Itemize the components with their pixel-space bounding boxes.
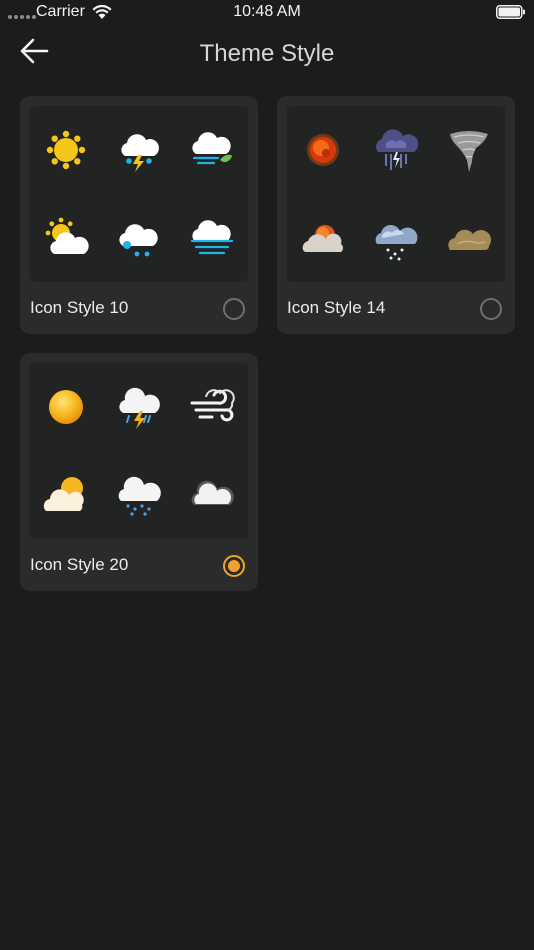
cloud-icon: [191, 480, 234, 505]
icon-preview-grid: [30, 106, 248, 282]
snow-cloud-icon: [119, 224, 158, 257]
icon-preview-grid: [30, 363, 248, 539]
preview-cell: [433, 106, 505, 194]
page-title: Theme Style: [199, 40, 335, 67]
sun-icon: [307, 134, 339, 166]
partly-cloudy-icon: [43, 477, 84, 511]
fog-cloud-icon: [190, 220, 234, 255]
icon-style-card[interactable]: Icon Style 14: [277, 96, 515, 334]
preview-cell: [30, 451, 102, 539]
preview-cell: [30, 106, 102, 194]
preview-cell: [176, 451, 248, 539]
preview-cell: [176, 106, 248, 194]
wind-icon: [190, 389, 235, 422]
preview-cell: [287, 106, 359, 194]
battery-icon: [496, 5, 525, 19]
card-label: Icon Style 10: [30, 298, 129, 317]
dust-icon: [448, 229, 491, 250]
thunderstorm-icon: [121, 134, 159, 172]
card-label: Icon Style 14: [287, 298, 386, 317]
partly-cloudy-icon: [45, 217, 89, 254]
partly-cloudy-icon: [302, 225, 343, 252]
preview-cell: [287, 194, 359, 282]
sun-icon: [46, 130, 86, 170]
icon-preview-grid: [287, 106, 505, 282]
card-label: Icon Style 20: [30, 555, 129, 574]
preview-cell: [103, 194, 175, 282]
status-time: 10:48 AM: [233, 3, 301, 20]
style-radio-button-selected[interactable]: [223, 555, 245, 577]
preview-cell: [176, 194, 248, 282]
thunderstorm-icon: [119, 387, 160, 429]
preview-cell: [30, 363, 102, 451]
thunderstorm-icon: [376, 129, 419, 170]
preview-cell: [103, 363, 175, 451]
status-bar: Carrier 10:48 AM: [0, 0, 534, 26]
icon-style-card[interactable]: Icon Style 10: [20, 96, 258, 334]
preview-cell: [103, 106, 175, 194]
style-radio-button[interactable]: [223, 298, 245, 320]
preview-cell: [103, 451, 175, 539]
preview-cell: [176, 363, 248, 451]
preview-cell: [433, 194, 505, 282]
snow-cloud-icon: [375, 224, 418, 261]
sun-icon: [49, 390, 83, 424]
style-radio-button[interactable]: [480, 298, 502, 320]
preview-cell: [360, 106, 432, 194]
windy-cloud-icon: [192, 132, 232, 165]
icon-style-card[interactable]: Icon Style 20: [20, 353, 258, 591]
snow-cloud-icon: [118, 476, 161, 516]
preview-cell: [360, 194, 432, 282]
preview-cell: [30, 194, 102, 282]
tornado-icon: [450, 131, 488, 172]
